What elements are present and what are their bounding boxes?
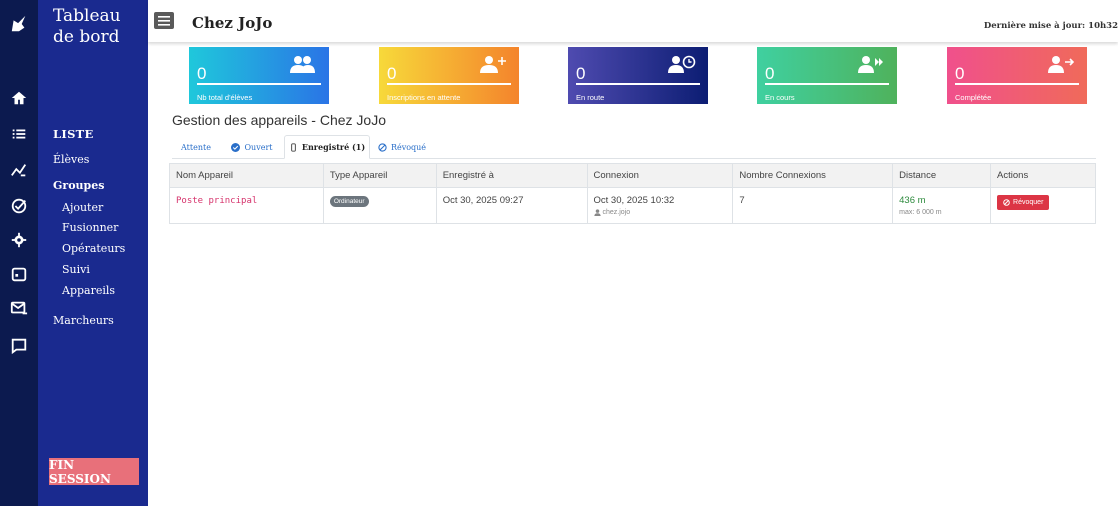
tab-revoque[interactable]: Révoqué: [372, 135, 432, 159]
user-forward-icon: [858, 56, 883, 73]
connection-cell: Oct 30, 2025 10:32 chez.jojo: [586, 187, 734, 224]
column-header: Distance: [892, 163, 992, 188]
table-header-row: Nom Appareil Type Appareil Enregistré à …: [169, 163, 1096, 188]
stat-label: En cours: [765, 93, 795, 102]
app-title: Tableau de bord: [53, 6, 121, 47]
stat-label: En route: [576, 93, 605, 102]
connection-user: chez.jojo: [593, 209, 727, 216]
calendar-icon[interactable]: [7, 262, 31, 286]
column-header: Type Appareil: [322, 163, 437, 188]
stat-card-en-cours: 0 En cours: [757, 47, 897, 104]
stat-label: Inscriptions en attente: [387, 93, 461, 102]
chat-icon[interactable]: [7, 334, 31, 358]
device-type-cell: Ordinateur: [322, 187, 437, 224]
sidebar-item-marcheurs[interactable]: Marcheurs: [53, 314, 114, 327]
fin-session-button[interactable]: FIN SESSION: [49, 458, 139, 486]
icon-rail: [0, 0, 38, 506]
sidebar-item-operateurs[interactable]: Opérateurs: [62, 242, 125, 255]
menu-toggle-button[interactable]: [154, 12, 174, 29]
sidebar-item-appareils[interactable]: Appareils: [62, 284, 115, 297]
check-circle-icon: [231, 142, 241, 152]
device-tabs: Attente Ouvert Enregistré (1) Révoqué: [172, 135, 1096, 159]
last-updated-text: Dernière mise à jour: 10h32: [983, 21, 1118, 31]
distance-max: max: 6 000 m: [899, 209, 942, 216]
connection-count-cell: 7: [732, 187, 894, 224]
page-title: Chez JoJo: [192, 14, 273, 32]
top-header: Chez JoJo Dernière mise à jour: 10h32: [148, 0, 1118, 42]
sidebar-item-suivi[interactable]: Suivi: [62, 263, 90, 276]
stat-value: 0: [765, 64, 775, 83]
divider: [387, 83, 511, 85]
divider: [765, 83, 889, 85]
nav-section-title: LISTE: [53, 127, 94, 141]
section-title: Gestion des appareils - Chez JoJo: [172, 112, 386, 128]
hamburger-icon: [158, 15, 170, 26]
device-name: Poste principal: [176, 196, 258, 206]
gear-icon[interactable]: [7, 228, 31, 252]
device-type-badge: Ordinateur: [329, 196, 369, 207]
stat-card-completee: 0 Complétée: [947, 47, 1087, 104]
check-circle-icon[interactable]: [7, 194, 31, 218]
stat-value: 0: [576, 64, 586, 83]
column-header: Nombre Connexions: [732, 163, 894, 188]
stat-value: 0: [197, 64, 207, 83]
registered-cell: Oct 30, 2025 09:27: [435, 187, 588, 224]
divider: [197, 83, 321, 85]
divider: [576, 83, 700, 85]
stat-label: Complétée: [955, 93, 992, 102]
devices-table: Nom Appareil Type Appareil Enregistré à …: [169, 163, 1096, 224]
ban-icon: [1003, 199, 1010, 206]
stat-label: Nb total d'élèves: [197, 93, 253, 102]
sidebar-item-ajouter[interactable]: Ajouter: [62, 201, 103, 214]
stat-value: 0: [955, 64, 965, 83]
distance-cell: 436 m max: 6 000 m: [892, 187, 992, 224]
sidebar-item-fusionner[interactable]: Fusionner: [62, 221, 118, 234]
device-icon: [291, 142, 296, 152]
column-header: Connexion: [586, 163, 734, 188]
column-header: Actions: [990, 163, 1096, 188]
user-clock-icon: [668, 55, 696, 73]
revoke-button[interactable]: Révoquer: [997, 195, 1050, 210]
list-icon[interactable]: [7, 122, 31, 146]
tab-attente[interactable]: Attente: [172, 135, 220, 159]
user-plus-icon: [480, 56, 506, 73]
distance-value: 436 m: [899, 195, 926, 206]
tab-ouvert[interactable]: Ouvert: [222, 135, 282, 159]
divider: [955, 83, 1079, 85]
stat-card-en-route: 0 En route: [568, 47, 708, 104]
sidebar-item-eleves[interactable]: Élèves: [53, 153, 89, 166]
connection-date: Oct 30, 2025 10:32: [593, 195, 675, 206]
ban-icon: [378, 142, 387, 152]
user-arrow-icon: [1048, 56, 1075, 73]
column-header: Enregistré à: [435, 163, 588, 188]
column-header: Nom Appareil: [169, 163, 324, 188]
actions-cell: Révoquer: [990, 187, 1096, 224]
user-icon: [593, 209, 601, 216]
home-icon[interactable]: [7, 86, 31, 110]
mail-icon[interactable]: [7, 296, 31, 320]
chart-icon[interactable]: [7, 158, 31, 182]
sidebar-item-groupes[interactable]: Groupes: [53, 179, 104, 192]
sidebar-nav: Tableau de bord LISTE Élèves Groupes Ajo…: [38, 0, 148, 506]
stat-card-total-eleves: 0 Nb total d'élèves: [189, 47, 329, 104]
stat-value: 0: [387, 64, 397, 83]
table-row: Poste principal Ordinateur Oct 30, 2025 …: [169, 187, 1096, 224]
device-name-cell: Poste principal: [169, 187, 324, 224]
users-icon: [290, 56, 315, 73]
tab-enregistre[interactable]: Enregistré (1): [284, 135, 370, 159]
stat-card-inscriptions: 0 Inscriptions en attente: [379, 47, 519, 104]
unicorn-logo-icon[interactable]: [7, 12, 31, 36]
